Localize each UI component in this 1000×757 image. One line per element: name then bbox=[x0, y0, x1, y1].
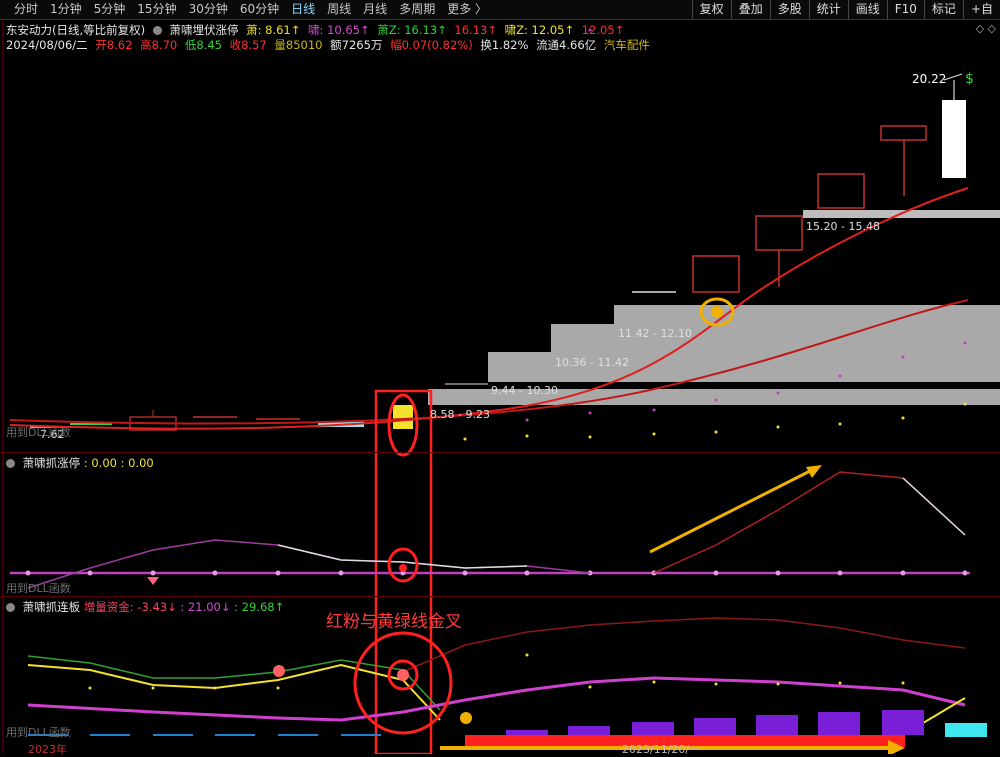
panel3-header: 萧啸抓连板 增量资金: -3.43↓ : 21.00↓ : 29.68↑ bbox=[6, 599, 284, 615]
chart-canvas: $ bbox=[2, 20, 1000, 754]
candle bbox=[817, 173, 865, 209]
candle bbox=[942, 100, 966, 178]
panel-divider bbox=[0, 452, 1000, 453]
candle bbox=[755, 215, 803, 251]
fund-value: -3.43↓ bbox=[137, 600, 177, 614]
zone-1142 bbox=[614, 305, 1000, 325]
indicator-toggle-icon[interactable] bbox=[6, 459, 15, 468]
zone-label: 15.20 - 15.48 bbox=[806, 220, 880, 233]
zone-label: 11.42 - 12.10 bbox=[618, 327, 692, 340]
dll-watermark: 用到DLL函数 bbox=[6, 426, 71, 439]
panel2-header: 萧啸抓涨停 : 0.00 : 0.00 bbox=[6, 455, 154, 471]
svg-text:$: $ bbox=[965, 71, 974, 87]
panel-divider bbox=[0, 596, 1000, 597]
annotation-text: 红粉与黄绿线金叉 bbox=[326, 612, 462, 632]
dll-watermark: 用到DLL函数 bbox=[6, 726, 71, 739]
indicator-toggle-icon[interactable] bbox=[6, 603, 15, 612]
zone-label: 9.44 - 10.30 bbox=[491, 384, 558, 397]
panel2-title[interactable]: 萧啸抓涨停 bbox=[23, 456, 81, 470]
candle bbox=[692, 255, 740, 293]
zone-label: 10.36 - 11.42 bbox=[555, 356, 629, 369]
year-label: 2023年 bbox=[28, 743, 67, 756]
panel3-val2: : 21.00↓ bbox=[180, 600, 231, 614]
peak-price-label: 20.22 bbox=[912, 72, 947, 86]
date-cursor-label: 2023/11/20/一 bbox=[622, 743, 701, 756]
dll-watermark: 用到DLL函数 bbox=[6, 582, 71, 595]
panel3-title[interactable]: 萧啸抓连板 bbox=[23, 600, 81, 614]
panel2-values: : 0.00 : 0.00 bbox=[83, 456, 154, 470]
panel3-val3: : 29.68↑ bbox=[234, 600, 285, 614]
zone-label: 8.58 - 9.23 bbox=[430, 408, 490, 421]
candle bbox=[880, 125, 927, 141]
fund-label: 增量资金: bbox=[83, 600, 134, 614]
